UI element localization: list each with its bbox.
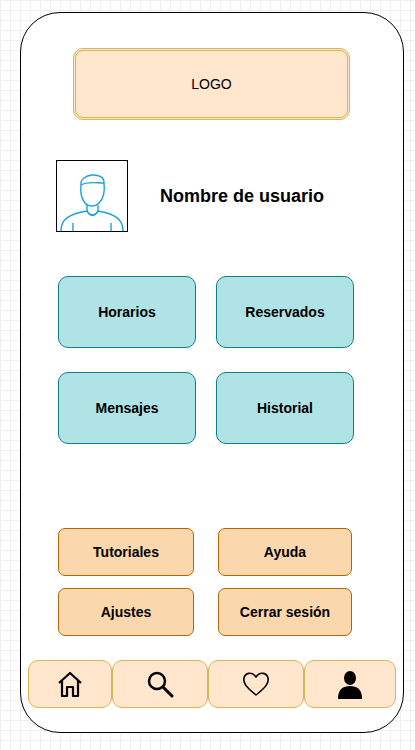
secondary-button[interactable]: Ajustes <box>58 588 194 636</box>
avatar[interactable] <box>56 160 128 232</box>
heart-icon <box>241 669 271 699</box>
nav-item[interactable] <box>28 660 112 708</box>
home-icon <box>55 669 85 699</box>
nav-item[interactable] <box>208 660 304 708</box>
search-icon <box>145 669 175 699</box>
user-profile: Nombre de usuario <box>56 160 403 232</box>
secondary-button[interactable]: Ayuda <box>218 528 352 576</box>
secondary-button[interactable]: Tutoriales <box>58 528 194 576</box>
secondary-button[interactable]: Cerrar sesión <box>218 588 352 636</box>
user-icon <box>57 161 127 231</box>
menu-button[interactable]: Reservados <box>216 276 354 348</box>
user-name: Nombre de usuario <box>160 186 324 207</box>
logo: LOGO <box>73 48 350 120</box>
nav-item[interactable] <box>112 660 208 708</box>
secondary-menu: Tutoriales Ayuda Ajustes Cerrar sesión <box>58 528 403 636</box>
nav-item[interactable] <box>304 660 396 708</box>
phone-frame: LOGO Nombre de usuario Horarios Reservados M… <box>20 12 404 733</box>
bottom-nav <box>28 660 403 708</box>
menu-button[interactable]: Mensajes <box>58 372 196 444</box>
profile-icon <box>335 669 365 699</box>
menu-button[interactable]: Historial <box>216 372 354 444</box>
menu-button[interactable]: Horarios <box>58 276 196 348</box>
main-menu: Horarios Reservados Mensajes Historial <box>58 276 403 444</box>
